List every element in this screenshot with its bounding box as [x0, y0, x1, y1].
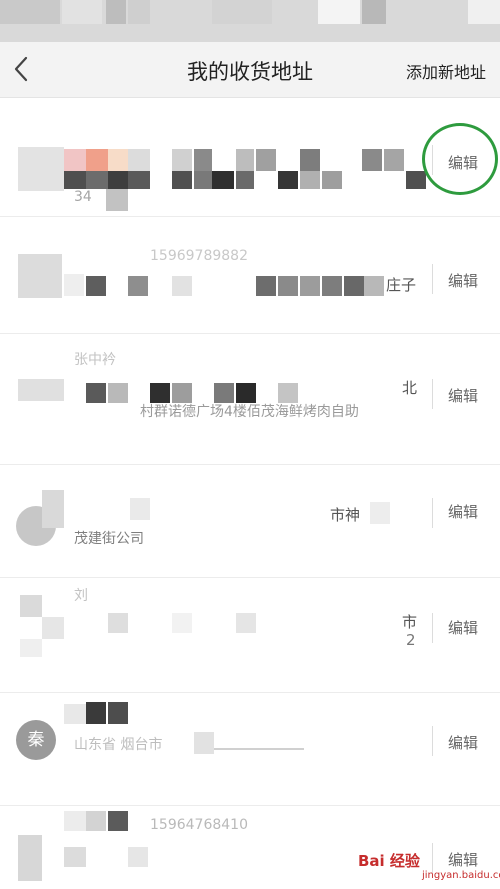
- address-item[interactable]: 市神 茂建街公司 编辑: [0, 466, 500, 578]
- edit-button[interactable]: 编辑: [448, 617, 478, 638]
- watermark-sub: jingyan.baidu.com: [422, 870, 500, 881]
- address-phone: 15969789882: [150, 248, 248, 264]
- divider: [432, 498, 433, 528]
- baidu-watermark: Bai 经验 jingyan.baidu.com: [352, 842, 500, 886]
- add-address-button[interactable]: 添加新地址: [406, 59, 486, 83]
- address-line: 34: [74, 189, 92, 205]
- edit-button[interactable]: 编辑: [448, 270, 478, 291]
- address-name: 刘: [74, 588, 88, 604]
- edit-button[interactable]: 编辑: [448, 385, 478, 406]
- address-item[interactable]: 张中衿 北 村群诺德广场4楼佰茂海鲜烤肉自助 编辑: [0, 335, 500, 465]
- edit-button[interactable]: 编辑: [448, 501, 478, 522]
- address-name: 张中衿: [74, 352, 116, 368]
- address-line: 茂建街公司: [74, 531, 144, 547]
- divider: [432, 264, 433, 294]
- address-phone: 15964768410: [150, 817, 248, 833]
- chevron-left-icon[interactable]: [6, 52, 38, 86]
- address-line: 山东省 烟台市: [74, 737, 163, 753]
- divider: [432, 726, 433, 756]
- edit-button[interactable]: 编辑: [448, 732, 478, 753]
- address-item[interactable]: 15969789882 庄子 编辑: [0, 218, 500, 334]
- avatar: [18, 835, 42, 881]
- avatar: [18, 147, 64, 191]
- address-line: 北: [402, 379, 418, 397]
- address-line: 2: [406, 631, 416, 649]
- status-bar: [0, 0, 500, 42]
- address-line: 村群诺德广场4楼佰茂海鲜烤肉自助: [140, 404, 359, 420]
- address-line: 市神: [330, 506, 361, 524]
- avatar: [18, 254, 62, 298]
- avatar: [18, 379, 64, 401]
- avatar: [20, 595, 42, 617]
- nav-bar: 我的收货地址 添加新地址: [0, 42, 500, 98]
- divider: [432, 613, 433, 643]
- highlight-circle: [422, 123, 498, 195]
- watermark-text: Bai 经验: [358, 852, 420, 870]
- divider: [432, 379, 433, 409]
- address-line: 庄子: [386, 276, 417, 294]
- address-item[interactable]: 秦 山东省 烟台市 编辑: [0, 694, 500, 806]
- address-item[interactable]: 刘 市 2 编辑: [0, 579, 500, 693]
- address-line: 市: [402, 613, 418, 631]
- avatar: 秦: [16, 720, 56, 760]
- page-title: 我的收货地址: [187, 60, 313, 84]
